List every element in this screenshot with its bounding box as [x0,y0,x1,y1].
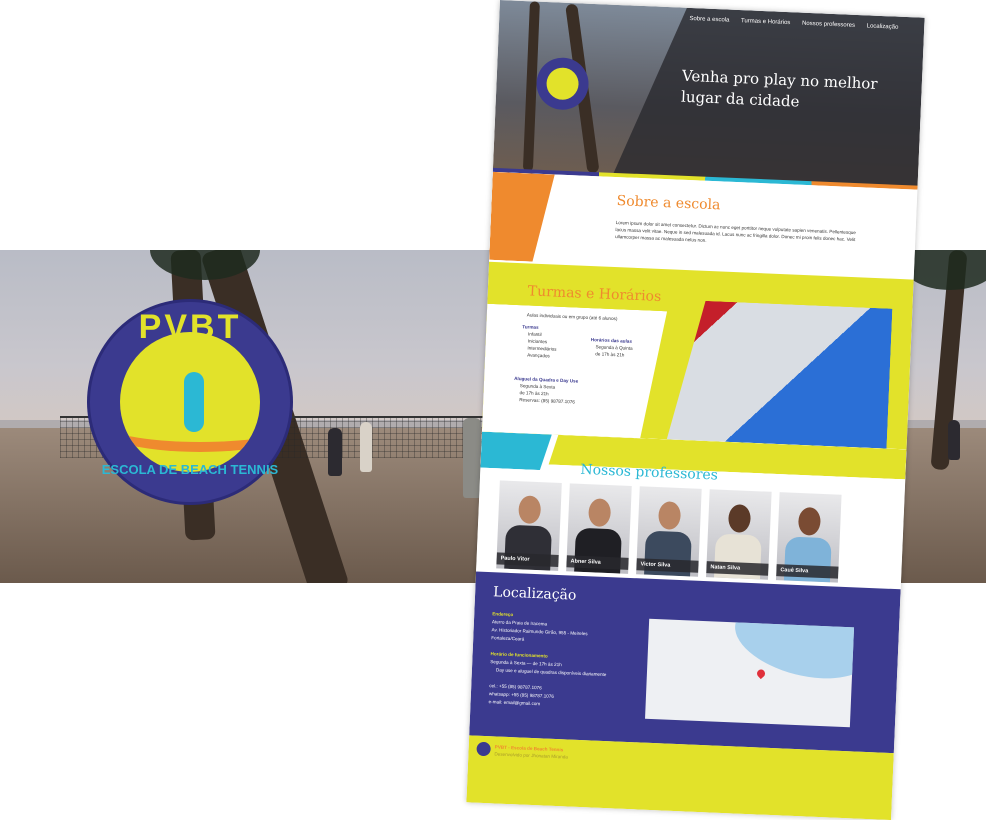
about-title: Sobre a escola [616,193,721,214]
teacher-name: Victor Silva [636,558,699,573]
footer-logo-icon [476,741,491,757]
teacher-name: Natan Silva [706,561,769,576]
person [463,418,481,498]
address-line: Fortaleza/Ceará [491,635,525,642]
teacher-face [657,501,682,531]
classes-section: Turmas e Horários Aulas individuais ou e… [481,261,914,450]
nav-item-localizacao[interactable]: Localização [867,23,899,30]
about-section: Sobre a escola Lorem ipsum dolor sit ame… [489,171,918,280]
teacher-card[interactable]: Victor Silva [636,486,702,577]
website-mockup: Sobre a escola Turmas e Horários Nossos … [466,0,925,820]
teacher-name: Cauê Silva [776,564,839,579]
address-label: Endereço [492,611,514,618]
teacher-card[interactable]: Paulo Vitor [496,480,562,571]
hero-title: Venha pro play no melhor lugar da cidade [680,66,878,111]
site-logo-ball [545,67,580,101]
classes-title: Turmas e Horários [527,283,662,306]
map-water [726,618,855,692]
hours-line: Day use e aluguel de quadras disponíveis… [495,667,607,678]
logo-subtitle: ESCOLA DE BEACH TENNIS [101,462,279,477]
location-map[interactable] [645,618,855,728]
hero-section: Sobre a escola Turmas e Horários Nossos … [492,0,925,188]
teacher-name: Paulo Vitor [496,552,559,567]
about-text: Lorem ipsum dolor sit amet consectetur. … [615,220,856,243]
cyan-accent [480,432,551,471]
classes-photo [667,299,893,448]
map-pin-icon [755,667,767,680]
teacher-face [588,498,612,528]
teacher-card[interactable]: Cauê Silva [775,492,842,583]
person [360,422,372,472]
horario-item: de 17h às 21h [595,351,625,358]
teacher-face [518,495,542,525]
teacher-card[interactable]: Natan Silva [706,489,772,580]
turma-item: Avançados [527,352,550,359]
teachers-section: Nossos professores Paulo Vitor Abner Sil… [476,431,907,590]
teacher-face [727,504,752,533]
person [328,428,342,476]
logo-title: PVBT [138,308,242,346]
person [948,420,960,460]
teacher-name: Abner Silva [566,555,629,570]
contact-email: e-mail: email@gmail.com [488,699,541,707]
teacher-face [797,506,822,536]
tennis-player-icon [184,372,204,432]
teacher-card[interactable]: Abner Silva [566,483,632,574]
location-section: Localização Endereço Aterro da Praia de … [469,571,901,754]
classes-panel [482,304,667,439]
location-title: Localização [492,584,577,604]
pvbt-logo: PVBT ESCOLA DE BEACH TENNIS [90,302,290,502]
orange-accent [489,172,555,263]
logo-ball [120,332,260,472]
